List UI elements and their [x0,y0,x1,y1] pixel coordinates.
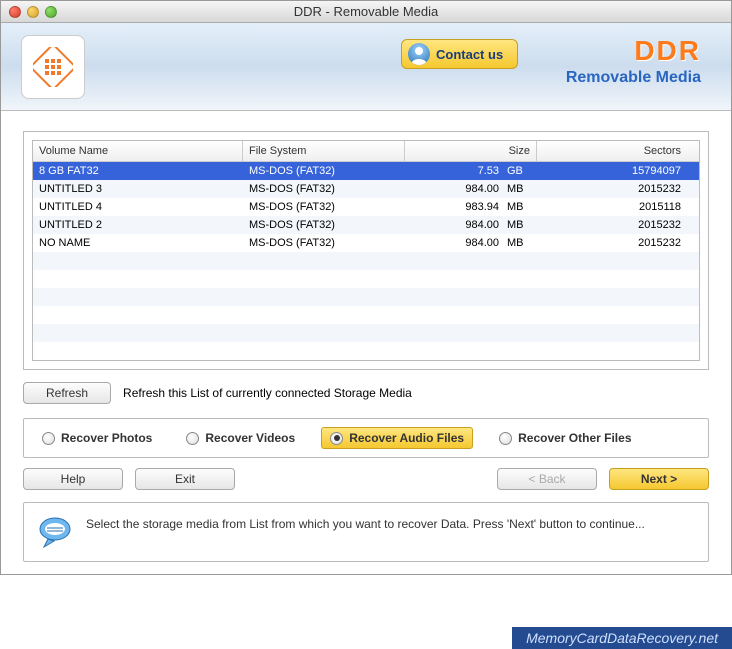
zoom-window-button[interactable] [45,6,57,18]
help-button[interactable]: Help [23,468,123,490]
table-body: 8 GB FAT32MS-DOS (FAT32)7.53GB15794097UN… [33,162,699,360]
cell-size: 7.53GB [405,164,537,178]
app-icon [21,35,85,99]
banner: Contact us DDR Removable Media [1,23,731,111]
cell-volume: NO NAME [33,236,243,250]
recover-photos-option[interactable]: Recover Photos [34,428,160,448]
titlebar: DDR - Removable Media [1,1,731,23]
contact-avatar-icon [408,43,430,65]
content-area: Volume Name File System Size Sectors 8 G… [1,111,731,574]
radio-icon [499,432,512,445]
recover-videos-option[interactable]: Recover Videos [178,428,303,448]
refresh-button[interactable]: Refresh [23,382,111,404]
cell-sectors: 2015232 [537,182,699,196]
cell-volume: UNTITLED 4 [33,200,243,214]
radio-icon [330,432,343,445]
cell-sectors: 15794097 [537,164,699,178]
table-row [33,324,699,342]
back-button[interactable]: < Back [497,468,597,490]
recover-videos-label: Recover Videos [205,431,295,445]
cell-filesystem: MS-DOS (FAT32) [243,182,405,196]
contact-us-button[interactable]: Contact us [401,39,518,69]
cell-size: 984.00MB [405,182,537,196]
exit-button[interactable]: Exit [135,468,235,490]
close-window-button[interactable] [9,6,21,18]
radio-icon [42,432,55,445]
table-row [33,306,699,324]
cell-size: 984.00MB [405,218,537,232]
next-button[interactable]: Next > [609,468,709,490]
recover-audio-option[interactable]: Recover Audio Files [321,427,473,449]
hint-text: Select the storage media from List from … [86,515,645,533]
table-row[interactable]: 8 GB FAT32MS-DOS (FAT32)7.53GB15794097 [33,162,699,180]
cell-sectors: 2015232 [537,218,699,232]
cell-sectors: 2015118 [537,200,699,214]
recover-other-label: Recover Other Files [518,431,631,445]
window-title: DDR - Removable Media [1,4,731,19]
table-row [33,270,699,288]
cell-volume: 8 GB FAT32 [33,164,243,178]
app-logo-icon [33,47,73,87]
cell-size: 984.00MB [405,236,537,250]
minimize-window-button[interactable] [27,6,39,18]
cell-filesystem: MS-DOS (FAT32) [243,218,405,232]
recover-photos-label: Recover Photos [61,431,152,445]
cell-filesystem: MS-DOS (FAT32) [243,200,405,214]
col-header-filesystem[interactable]: File System [243,141,405,161]
col-header-size[interactable]: Size [405,141,537,161]
cell-volume: UNTITLED 2 [33,218,243,232]
recover-audio-label: Recover Audio Files [349,431,464,445]
table-row[interactable]: UNTITLED 3MS-DOS (FAT32)984.00MB2015232 [33,180,699,198]
cell-filesystem: MS-DOS (FAT32) [243,236,405,250]
cell-filesystem: MS-DOS (FAT32) [243,164,405,178]
watermark: MemoryCardDataRecovery.net [512,627,732,649]
col-header-sectors[interactable]: Sectors [537,141,699,161]
recover-other-option[interactable]: Recover Other Files [491,428,639,448]
refresh-hint: Refresh this List of currently connected… [123,386,412,400]
info-bubble-icon [38,515,72,549]
table-row [33,342,699,360]
col-header-volume[interactable]: Volume Name [33,141,243,161]
hint-panel: Select the storage media from List from … [23,502,709,562]
table-row[interactable]: UNTITLED 4MS-DOS (FAT32)983.94MB2015118 [33,198,699,216]
brand-subtitle: Removable Media [566,69,701,87]
volume-table: Volume Name File System Size Sectors 8 G… [32,140,700,361]
table-row [33,288,699,306]
radio-icon [186,432,199,445]
table-row [33,252,699,270]
brand-title: DDR [566,35,701,67]
refresh-row: Refresh Refresh this List of currently c… [23,382,709,404]
table-header: Volume Name File System Size Sectors [33,141,699,162]
contact-us-label: Contact us [436,47,503,62]
nav-row: Help Exit < Back Next > [23,468,709,490]
table-row[interactable]: UNTITLED 2MS-DOS (FAT32)984.00MB2015232 [33,216,699,234]
cell-size: 983.94MB [405,200,537,214]
cell-volume: UNTITLED 3 [33,182,243,196]
cell-sectors: 2015232 [537,236,699,250]
app-window: DDR - Removable Media Contact us DDR Rem… [0,0,732,575]
window-controls [9,6,57,18]
brand-block: DDR Removable Media [566,35,701,87]
table-frame: Volume Name File System Size Sectors 8 G… [23,131,709,370]
table-row[interactable]: NO NAMEMS-DOS (FAT32)984.00MB2015232 [33,234,699,252]
recovery-type-panel: Recover Photos Recover Videos Recover Au… [23,418,709,458]
